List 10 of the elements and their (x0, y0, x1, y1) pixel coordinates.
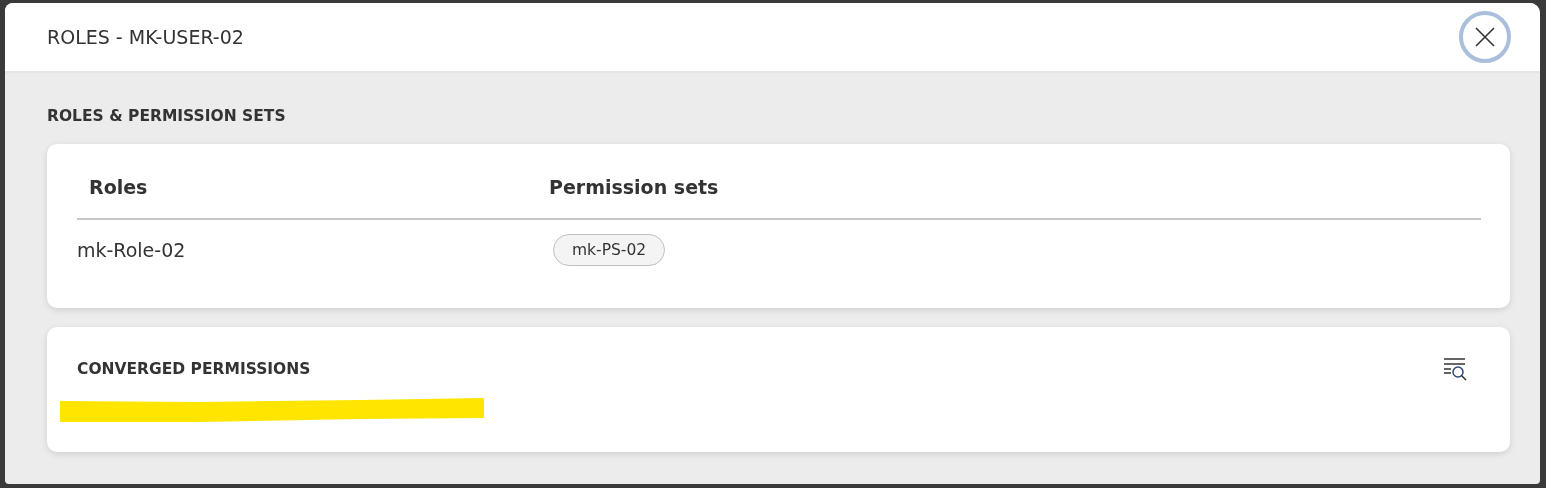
section-title: CONVERGED PERMISSIONS (77, 360, 311, 378)
modal-title: ROLES - MK-USER-02 (47, 26, 244, 48)
close-icon (1474, 26, 1496, 48)
permission-set-chip: mk-PS-02 (553, 234, 666, 266)
column-header: Roles (88, 176, 149, 198)
column-header: Permission sets (549, 176, 719, 198)
section-title: ROLES & PERMISSION SETS (47, 107, 287, 125)
list-search-icon[interactable] (1443, 357, 1469, 383)
role-cell-text: mk-Role-02 (77, 239, 187, 261)
close-button[interactable] (1459, 11, 1511, 63)
